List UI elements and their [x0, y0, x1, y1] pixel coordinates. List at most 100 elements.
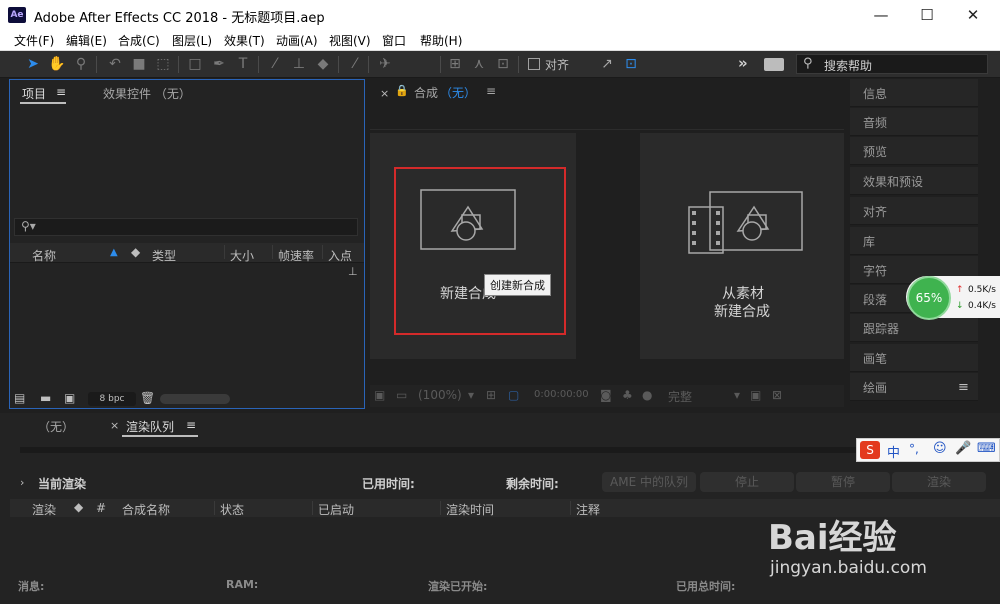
column-size[interactable]: 大小 [230, 247, 254, 264]
column-frame-rate[interactable]: 帧速率 [278, 247, 314, 264]
tab-timeline-none[interactable]: （无） [38, 418, 74, 435]
panel-info[interactable]: 信息 [850, 79, 978, 107]
lock-icon[interactable]: 🔒 [395, 84, 409, 97]
label-tag-icon[interactable]: ◆ [131, 245, 140, 259]
resolution-dropdown[interactable]: 完整 [668, 388, 692, 405]
clone-stamp-tool-icon[interactable]: ⊥ [288, 54, 310, 74]
pan-behind-tool-icon[interactable]: ⬚ [152, 54, 174, 74]
sogou-logo-icon[interactable]: S [860, 441, 880, 459]
snap-feature-icon[interactable]: ⊡ [620, 54, 642, 74]
trash-icon[interactable]: 🗑 [140, 391, 155, 405]
expand-workspace-icon[interactable]: » [738, 54, 748, 72]
pen-tool-icon[interactable]: ✒ [208, 54, 230, 74]
ime-voice-icon[interactable]: 🎤 [955, 441, 971, 456]
puppet-tool-icon[interactable]: ✈ [374, 54, 396, 74]
bit-depth-button[interactable]: 8 bpc [88, 392, 136, 406]
column-render[interactable]: 渲染 [32, 501, 56, 518]
ime-emoji-icon[interactable]: ☺ [933, 441, 947, 456]
title-safe-icon[interactable]: ⊞ [486, 388, 496, 402]
new-comp-from-footage-card[interactable]: 从素材 新建合成 [640, 133, 844, 359]
menu-help[interactable]: 帮助(H) [420, 32, 462, 49]
project-scrollbar[interactable] [160, 394, 230, 404]
brush-tool-icon[interactable]: ⁄ [264, 54, 286, 74]
comp-menu-icon[interactable]: ≡ [486, 84, 496, 98]
selection-tool-icon[interactable]: ➤ [22, 54, 44, 74]
tab-effect-controls[interactable]: 效果控件 （无） [103, 85, 191, 102]
panel-brushes[interactable]: 画笔 [850, 344, 978, 372]
render-menu-icon[interactable]: ≡ [186, 418, 196, 432]
maximize-button[interactable]: ☐ [904, 0, 950, 30]
column-number[interactable]: # [96, 501, 106, 515]
panel-align[interactable]: 对齐 [850, 197, 978, 225]
ime-punctuation-icon[interactable]: °, [909, 442, 919, 456]
column-render-time[interactable]: 渲染时间 [446, 501, 494, 518]
snapshot-icon[interactable]: ◙ [600, 388, 612, 402]
roto-brush-tool-icon[interactable]: ⁄ [344, 54, 366, 74]
align-checkbox[interactable] [528, 58, 540, 70]
column-name[interactable]: 名称 [32, 247, 56, 264]
camera-tool-icon[interactable]: ■ [128, 54, 150, 74]
always-preview-icon[interactable]: ▣ [374, 388, 385, 402]
transparency-grid-icon[interactable]: ⊠ [772, 388, 782, 402]
panel-tracker[interactable]: 跟踪器 [850, 314, 978, 342]
snap-icon[interactable]: ↗ [596, 54, 618, 74]
net-speed-widget[interactable]: 65% ↑ 0.5K/s ↓ 0.4K/s [906, 276, 1000, 320]
render-label-tag-icon[interactable]: ◆ [74, 500, 83, 514]
menu-window[interactable]: 窗口 [382, 32, 406, 49]
close-render-tab-icon[interactable]: × [110, 419, 119, 432]
paint-menu-icon[interactable]: ≡ [958, 380, 969, 395]
panel-audio[interactable]: 音频 [850, 108, 978, 136]
zoom-chevron-icon[interactable]: ▾ [468, 388, 474, 402]
project-search-input[interactable]: ⚲▾ [14, 218, 358, 236]
tab-project[interactable]: 项目 [22, 85, 46, 102]
minimize-button[interactable]: — [858, 0, 904, 30]
view-axis-icon[interactable]: ⊡ [492, 54, 514, 74]
search-help-field[interactable]: ⚲ 搜索帮助 [796, 54, 988, 74]
region-of-interest-icon[interactable]: ▣ [750, 388, 761, 402]
color-channel-icon[interactable]: ● [642, 388, 652, 402]
menu-animation[interactable]: 动画(A) [276, 32, 318, 49]
text-tool-icon[interactable]: T [232, 54, 254, 74]
menu-effect[interactable]: 效果(T) [224, 32, 265, 49]
interpret-footage-icon[interactable]: ▤ [14, 391, 25, 405]
column-status[interactable]: 状态 [220, 501, 244, 518]
comp-tab-value[interactable]: （无） [440, 84, 476, 101]
sync-settings-icon[interactable] [764, 58, 784, 71]
column-in-point[interactable]: 入点 [328, 247, 352, 264]
tab-render-queue[interactable]: 渲染队列 [126, 418, 174, 435]
ime-keyboard-icon[interactable]: ⌨ [977, 441, 996, 456]
panel-effects-presets[interactable]: 效果和预设 [850, 167, 978, 195]
mask-visibility-icon[interactable]: ▢ [508, 388, 519, 402]
menu-view[interactable]: 视图(V) [329, 32, 371, 49]
menu-composition[interactable]: 合成(C) [118, 32, 160, 49]
hand-tool-icon[interactable]: ✋ [46, 54, 68, 74]
pause-button[interactable]: 暂停 [796, 472, 890, 492]
menu-edit[interactable]: 编辑(E) [66, 32, 107, 49]
column-started[interactable]: 已启动 [318, 501, 354, 518]
timecode[interactable]: 0:00:00:00 [534, 389, 589, 400]
world-axis-icon[interactable]: ⋏ [468, 54, 490, 74]
queue-in-ame-button[interactable]: AME 中的队列 [602, 472, 696, 492]
panel-preview[interactable]: 预览 [850, 137, 978, 165]
close-button[interactable]: ✕ [950, 0, 996, 30]
show-snapshot-icon[interactable]: ♣ [622, 388, 633, 402]
menu-file[interactable]: 文件(F) [14, 32, 54, 49]
new-comp-card[interactable]: 新建合成 创建新合成 [370, 133, 576, 359]
sort-ascending-icon[interactable]: ▲ [110, 247, 118, 258]
rotate-tool-icon[interactable]: ↶ [104, 54, 126, 74]
zoom-tool-icon[interactable]: ⚲ [70, 54, 92, 74]
new-composition-icon[interactable]: ▣ [64, 391, 75, 405]
flowchart-icon[interactable]: ⊥ [348, 265, 358, 278]
resolution-chevron-icon[interactable]: ▾ [734, 388, 740, 402]
comp-tab-label[interactable]: 合成 [414, 84, 438, 101]
monitor-icon[interactable]: ▭ [396, 388, 407, 402]
new-folder-icon[interactable]: ▬ [40, 391, 51, 405]
local-axis-icon[interactable]: ⊞ [444, 54, 466, 74]
column-comp-name[interactable]: 合成名称 [122, 501, 170, 518]
project-menu-icon[interactable]: ≡ [56, 85, 66, 99]
menu-layer[interactable]: 图层(L) [172, 32, 212, 49]
render-button[interactable]: 渲染 [892, 472, 986, 492]
expand-current-render-icon[interactable]: › [20, 476, 24, 489]
ime-chinese-mode[interactable]: 中 [887, 442, 900, 461]
column-comment[interactable]: 注释 [576, 501, 600, 518]
